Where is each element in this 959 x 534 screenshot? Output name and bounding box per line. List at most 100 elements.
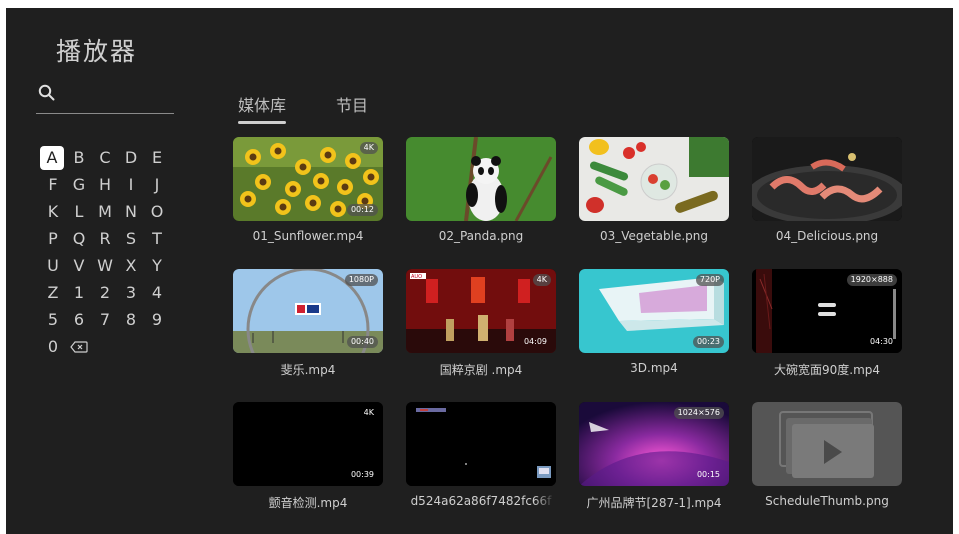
key-y[interactable]: Y xyxy=(144,254,170,278)
keyboard-row: Z1234 xyxy=(40,279,170,306)
duration-badge: 00:12 xyxy=(346,204,378,216)
letter-keyboard: ABCDEFGHIJKLMNOPQRSTUVWXYZ1234567890 xyxy=(40,144,170,360)
key-i[interactable]: I xyxy=(118,173,144,197)
duration-badge: 04:30 xyxy=(869,337,893,346)
media-filename: d524a62a86f7482fc66f xyxy=(410,494,552,508)
resolution-badge: 1080P xyxy=(344,274,378,286)
key-s[interactable]: S xyxy=(118,227,144,251)
key-m[interactable]: M xyxy=(92,200,118,224)
key-d[interactable]: D xyxy=(118,146,144,170)
media-thumbnail xyxy=(752,137,902,221)
keyboard-row: FGHIJ xyxy=(40,171,170,198)
key-f[interactable]: F xyxy=(40,173,66,197)
backspace-key[interactable] xyxy=(66,335,92,359)
backspace-icon xyxy=(70,340,88,353)
keyboard-row: 56789 xyxy=(40,306,170,333)
tab-media-library[interactable]: 媒体库 xyxy=(238,92,336,124)
key-u[interactable]: U xyxy=(40,254,66,278)
media-thumbnail: 720P 00:23 xyxy=(579,269,729,353)
media-item[interactable]: 4K 00:12 01_Sunflower.mp4 xyxy=(233,137,383,243)
key-3[interactable]: 3 xyxy=(118,281,144,305)
key-5[interactable]: 5 xyxy=(40,308,66,332)
player-screen: 播放器 ABCDEFGHIJKLMNOPQRSTUVWXYZ1234567890… xyxy=(6,8,953,534)
key-b[interactable]: B xyxy=(66,146,92,170)
media-filename: 国粹京剧 .mp4 xyxy=(439,363,523,377)
keyboard-row: UVWXY xyxy=(40,252,170,279)
media-thumbnail xyxy=(406,137,556,221)
media-thumbnail: 1080P 00:40 xyxy=(233,269,383,353)
keyboard-row: PQRST xyxy=(40,225,170,252)
key-g[interactable]: G xyxy=(66,173,92,197)
key-1[interactable]: 1 xyxy=(66,281,92,305)
media-item[interactable]: 1920×888 04:30 大碗宽面90度.mp4 xyxy=(752,269,902,378)
key-x[interactable]: X xyxy=(118,254,144,278)
media-filename: 03_Vegetable.png xyxy=(600,229,708,243)
tab-programs[interactable]: 节目 xyxy=(336,92,396,122)
media-item[interactable]: 02_Panda.png xyxy=(406,137,556,243)
media-thumbnail: 1920×888 04:30 xyxy=(752,269,902,353)
media-thumbnail: 4K 00:39 xyxy=(233,402,383,486)
media-item[interactable]: ScheduleThumb.png xyxy=(752,402,902,508)
media-filename: 颤音检测.mp4 xyxy=(268,496,348,510)
key-z[interactable]: Z xyxy=(40,281,66,305)
key-9[interactable]: 9 xyxy=(144,308,170,332)
key-a[interactable]: A xyxy=(40,145,64,170)
key-w[interactable]: W xyxy=(92,254,118,278)
media-filename: 3D.mp4 xyxy=(630,361,678,375)
key-v[interactable]: V xyxy=(66,254,92,278)
resolution-badge: 4K xyxy=(363,408,374,417)
resolution-badge: 4K xyxy=(532,274,551,286)
duration-badge: 00:39 xyxy=(350,470,374,479)
app-title: 播放器 xyxy=(56,37,138,66)
key-l[interactable]: L xyxy=(66,200,92,224)
key-r[interactable]: R xyxy=(92,227,118,251)
media-item[interactable]: 1024×576 00:15 广州品牌节[287-1].mp4 xyxy=(579,402,729,511)
media-item[interactable]: 03_Vegetable.png xyxy=(579,137,729,243)
key-p[interactable]: P xyxy=(40,227,66,251)
duration-badge: 00:15 xyxy=(696,470,720,479)
key-8[interactable]: 8 xyxy=(118,308,144,332)
search-input[interactable] xyxy=(36,84,174,114)
duration-badge: 00:23 xyxy=(692,336,724,348)
key-2[interactable]: 2 xyxy=(92,281,118,305)
search-icon xyxy=(38,84,55,101)
keyboard-row: ABCDE xyxy=(40,144,170,171)
key-q[interactable]: Q xyxy=(66,227,92,251)
media-item[interactable]: 1080P 00:40 斐乐.mp4 xyxy=(233,269,383,378)
key-h[interactable]: H xyxy=(92,173,118,197)
media-thumbnail: 1024×576 00:15 xyxy=(579,402,729,486)
media-filename: 大碗宽面90度.mp4 xyxy=(773,363,881,377)
media-item[interactable]: 04_Delicious.png xyxy=(752,137,902,243)
media-filename: 02_Panda.png xyxy=(438,229,524,243)
key-j[interactable]: J xyxy=(144,173,170,197)
key-n[interactable]: N xyxy=(118,200,144,224)
keyboard-row: KLMNO xyxy=(40,198,170,225)
key-c[interactable]: C xyxy=(92,146,118,170)
media-item[interactable]: AUO 4K 04:09 国粹京剧 .mp4 xyxy=(406,269,556,378)
key-4[interactable]: 4 xyxy=(144,281,170,305)
key-e[interactable]: E xyxy=(144,146,170,170)
key-0[interactable]: 0 xyxy=(40,335,66,359)
media-item[interactable]: 4K 00:39 颤音检测.mp4 xyxy=(233,402,383,511)
resolution-badge: 1024×576 xyxy=(673,407,724,419)
media-item[interactable]: 720P 00:23 3D.mp4 xyxy=(579,269,729,375)
tab-bar: 媒体库 节目 xyxy=(238,92,396,124)
resolution-badge: 720P xyxy=(695,274,724,286)
media-filename: 斐乐.mp4 xyxy=(280,363,336,377)
media-item[interactable]: d524a62a86f7482fc66f xyxy=(406,402,556,508)
key-k[interactable]: K xyxy=(40,200,66,224)
media-thumbnail: 4K 00:12 xyxy=(233,137,383,221)
media-filename: 广州品牌节[287-1].mp4 xyxy=(586,496,722,510)
key-o[interactable]: O xyxy=(144,200,170,224)
duration-badge: 04:09 xyxy=(523,337,547,346)
media-thumbnail: AUO 4K 04:09 xyxy=(406,269,556,353)
key-6[interactable]: 6 xyxy=(66,308,92,332)
media-filename: ScheduleThumb.png xyxy=(765,494,889,508)
media-thumbnail xyxy=(579,137,729,221)
resolution-badge: 1920×888 xyxy=(846,274,897,286)
svg-text:AUO: AUO xyxy=(411,274,422,280)
key-t[interactable]: T xyxy=(144,227,170,251)
media-thumbnail xyxy=(406,402,556,486)
duration-badge: 00:40 xyxy=(346,336,378,348)
key-7[interactable]: 7 xyxy=(92,308,118,332)
